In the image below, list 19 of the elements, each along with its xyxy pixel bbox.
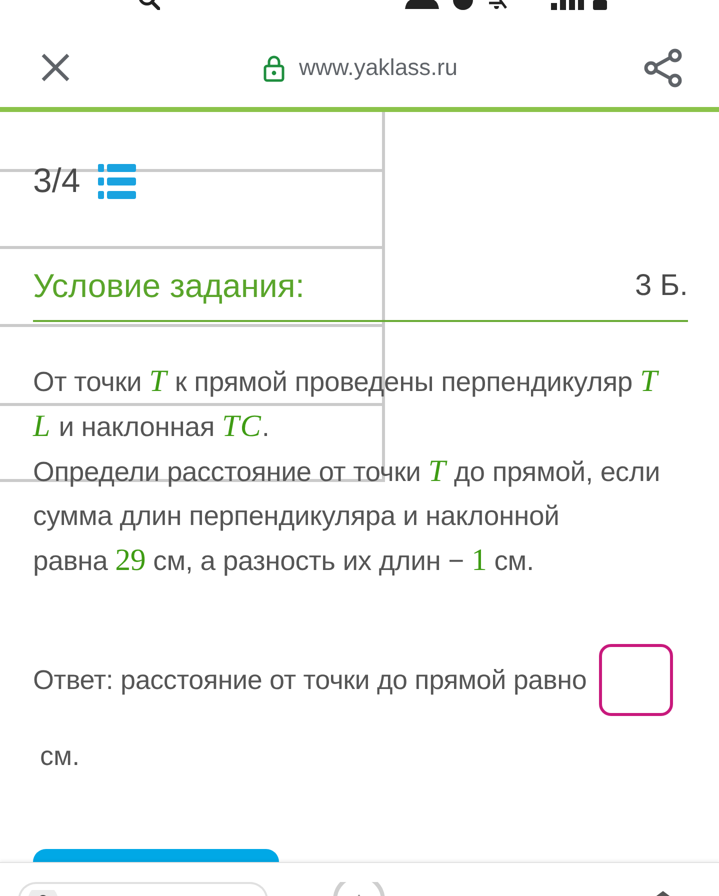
signal-icon bbox=[551, 0, 585, 10]
list-icon[interactable] bbox=[98, 164, 136, 198]
battery-icon bbox=[593, 0, 607, 10]
points-text: 3 Б. bbox=[634, 268, 688, 304]
person-icon bbox=[405, 0, 439, 9]
close-icon[interactable] bbox=[41, 53, 70, 82]
lock-icon bbox=[263, 54, 285, 82]
url-text[interactable]: www.yaklass.ru bbox=[299, 56, 458, 79]
problem-text: Определи расстояние от точки T до прямой, если сумма длин перпендикуляра и наклонной равна 29 см, а разность их длин − 1 см. bbox=[33, 452, 661, 579]
problem-text: От точки T к прямой проведены перпендикуляр TL и наклонная TC. bbox=[33, 362, 660, 445]
share-icon[interactable] bbox=[643, 48, 683, 88]
task-heading: Условие задания: bbox=[33, 267, 305, 305]
task-counter: 3/4 bbox=[33, 162, 80, 200]
search-icon bbox=[138, 0, 160, 10]
submit-button[interactable] bbox=[33, 849, 279, 862]
answer-field[interactable] bbox=[598, 644, 673, 716]
answer-prompt: Ответ: расстояние от точки до прямой равно bbox=[33, 664, 587, 697]
unit-text: см. bbox=[40, 740, 80, 773]
bell-off-icon bbox=[487, 0, 507, 10]
